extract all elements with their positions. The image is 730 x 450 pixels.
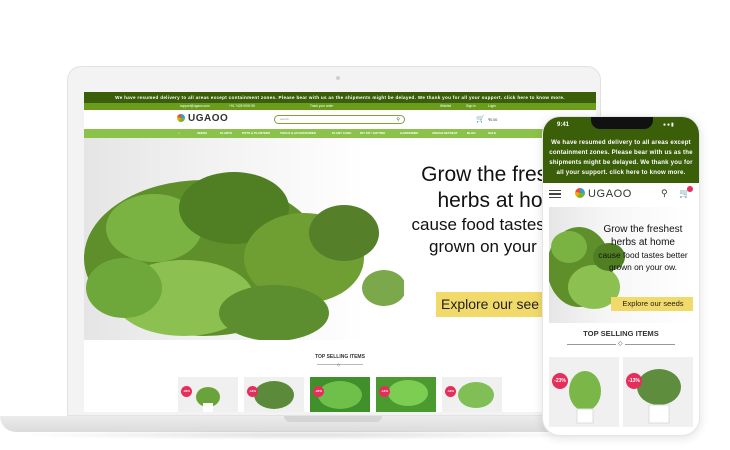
nav-item-plants[interactable]: PLANTS (220, 129, 232, 138)
nav-item-tools[interactable]: TOOLS & ACCESSORIES (280, 129, 316, 138)
contact-bar: support@ugaoo.com +91 7428 9000 95 Track… (84, 103, 596, 110)
product-card[interactable]: -14% (376, 377, 436, 412)
search-placeholder: search (280, 117, 290, 121)
discount-badge: -13% (626, 373, 642, 389)
discount-badge: -14% (379, 386, 390, 397)
discount-badge: -23% (181, 386, 192, 397)
cart-price: ₹0.00 (488, 118, 498, 122)
site-logo[interactable]: UGAOO (177, 113, 228, 124)
nav-item-gardening[interactable]: GARDENING (400, 129, 418, 138)
cart-icon[interactable]: 🛒 (476, 115, 485, 123)
cart-count-badge (687, 186, 693, 192)
site-header: UGAOO search ⚲ 🛒 ₹0.00 (84, 110, 596, 129)
logo-text: UGAOO (188, 113, 229, 124)
discount-badge: -18% (445, 386, 456, 397)
mobile-hero-banner[interactable]: Grow the freshest herbs at home cause fo… (549, 207, 693, 323)
diamond-divider-icon: ◇ (616, 340, 625, 347)
mobile-hero-headline: Grow the freshest herbs at home cause fo… (593, 223, 693, 273)
phone-notch (591, 117, 653, 129)
track-order-link[interactable]: Track your order (310, 103, 333, 110)
mobile-header: UGAOO ⚲ 🛒 (543, 183, 699, 205)
product-card[interactable]: -18% (442, 377, 502, 412)
hamburger-menu-icon[interactable] (549, 190, 561, 198)
hero-line-3: cause food tastes better (598, 250, 688, 260)
laptop-shadow (10, 430, 606, 440)
search-icon[interactable]: ⚲ (396, 117, 400, 123)
signin-link[interactable]: Sign in (466, 103, 476, 110)
login-link[interactable]: Login (488, 103, 496, 110)
product-card[interactable]: -23% (178, 377, 238, 412)
hero-line-1: Grow the freshest (603, 224, 683, 235)
mobile-logo[interactable]: UGAOO (575, 188, 632, 200)
hero-line-4: grown on your ow. (609, 262, 677, 272)
desktop-screen: We have resumed delivery to all areas ex… (84, 92, 596, 412)
logo-text: UGAOO (588, 188, 632, 200)
nav-item-urban-retreat[interactable]: URBAN RETREAT (432, 129, 458, 138)
discount-badge: -22% (313, 386, 324, 397)
logo-mark-icon (177, 114, 185, 122)
explore-seeds-button[interactable]: Explore our seeds (611, 297, 693, 311)
mobile-section-title: TOP SELLING ITEMS (583, 329, 659, 338)
nav-item-diy-kit[interactable]: DIY KIT / GIFTING (360, 129, 385, 138)
nav-home-icon[interactable]: ⌂ (178, 129, 180, 138)
discount-badge: -13% (247, 386, 258, 397)
product-card[interactable]: -13% (623, 357, 693, 427)
wishlist-link[interactable]: Wishlist (440, 103, 451, 110)
product-plant-image (637, 369, 681, 424)
signal-battery-icon: ●●▮ (663, 122, 675, 128)
section-title: TOP SELLING ITEMS (315, 354, 365, 360)
nav-item-seeds[interactable]: SEEDS (197, 129, 207, 138)
mobile-announcement-bar[interactable]: We have resumed delivery to all areas ex… (543, 135, 699, 183)
laptop-camera (336, 76, 340, 80)
product-card[interactable]: -23% (549, 357, 619, 427)
laptop-notch (284, 416, 382, 422)
herbs-illustration (84, 172, 404, 340)
nav-item-sale[interactable]: SALE (488, 129, 496, 138)
diamond-divider-icon: ◇ (337, 362, 341, 367)
hero-banner[interactable]: Grow the fresh herbs at ho cause food ta… (84, 138, 596, 340)
announcement-bar[interactable]: We have resumed delivery to all areas ex… (84, 92, 596, 103)
main-nav: ⌂ SEEDS PLANTS POTS & PLANTERS TOOLS & A… (84, 129, 596, 138)
search-icon[interactable]: ⚲ (661, 188, 668, 199)
nav-item-pots[interactable]: POTS & PLANTERS (242, 129, 270, 138)
discount-badge: -23% (552, 373, 568, 389)
nav-item-plant-care[interactable]: PLANT CARE (332, 129, 351, 138)
product-card[interactable]: -13% (244, 377, 304, 412)
nav-item-blog[interactable]: BLOG (467, 129, 476, 138)
support-phone[interactable]: +91 7428 9000 95 (229, 103, 255, 110)
hero-line-2: herbs at home (611, 237, 675, 248)
search-input[interactable]: search ⚲ (274, 115, 405, 124)
product-plant-image (569, 371, 601, 424)
status-time: 9:41 (557, 122, 570, 128)
logo-mark-icon (575, 188, 585, 198)
mobile-device: 9:41 ●●▮ We have resumed delivery to all… (542, 116, 700, 436)
product-card[interactable]: -22% (310, 377, 370, 412)
support-email[interactable]: support@ugaoo.com (180, 103, 210, 110)
